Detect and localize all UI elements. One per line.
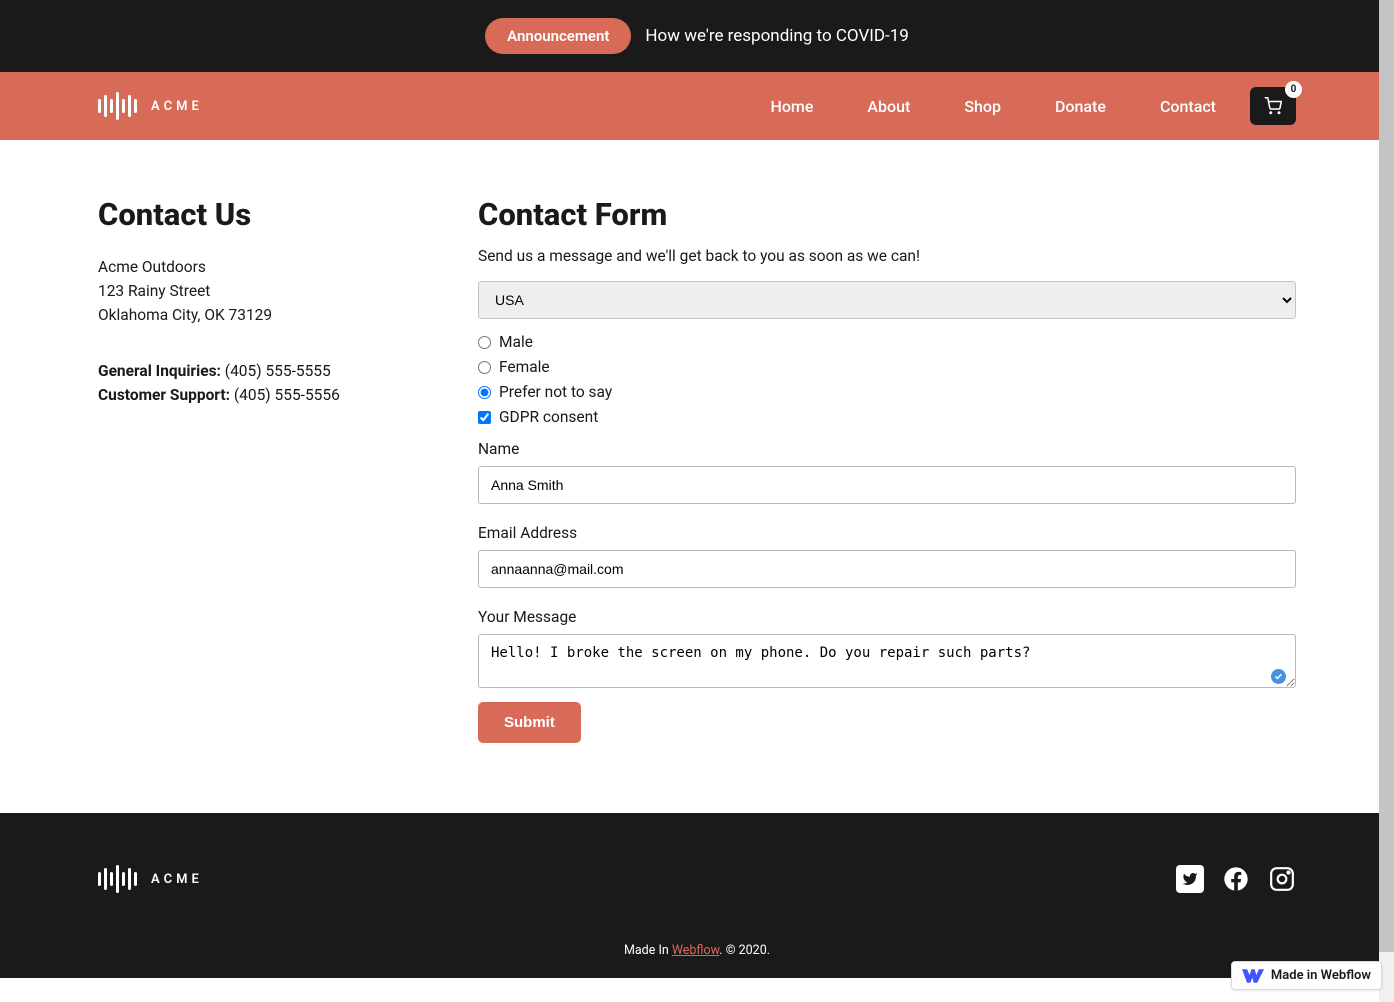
company-name: Acme Outdoors: [98, 255, 408, 279]
cart-badge: 0: [1285, 81, 1302, 98]
nav-home[interactable]: Home: [770, 97, 813, 116]
instagram-link[interactable]: [1268, 865, 1296, 893]
message-textarea[interactable]: Hello! I broke the screen on my phone. D…: [478, 634, 1296, 688]
radio-pnts-row[interactable]: Prefer not to say: [478, 383, 1296, 401]
logo-icon: [98, 92, 137, 120]
footer-copyright: Made In Webflow. © 2020.: [98, 943, 1296, 958]
footer: ACME Made In Webflow. © 2020.: [0, 813, 1394, 978]
footer-logo[interactable]: ACME: [98, 865, 203, 893]
nav-shop[interactable]: Shop: [964, 97, 1001, 116]
cart-icon: [1264, 97, 1282, 115]
general-inquiries: General Inquiries: (405) 555-5555: [98, 359, 408, 383]
facebook-icon: [1222, 865, 1250, 893]
message-label: Your Message: [478, 608, 1296, 626]
radio-prefer-not-to-say[interactable]: [478, 386, 491, 399]
twitter-link[interactable]: [1176, 865, 1204, 893]
email-label: Email Address: [478, 524, 1296, 542]
street-address: 123 Rainy Street: [98, 279, 408, 303]
contact-form: Contact Form Send us a message and we'll…: [478, 196, 1296, 743]
name-input[interactable]: [478, 466, 1296, 504]
nav-about[interactable]: About: [867, 97, 910, 116]
country-select[interactable]: USA: [478, 281, 1296, 319]
form-title: Contact Form: [478, 196, 1296, 233]
support-label: Customer Support:: [98, 386, 230, 404]
footer-brand-text: ACME: [151, 872, 203, 887]
submit-button[interactable]: Submit: [478, 702, 581, 743]
city-address: Oklahoma City, OK 73129: [98, 303, 408, 327]
announcement-text[interactable]: How we're responding to COVID-19: [645, 26, 908, 46]
contact-info: Contact Us Acme Outdoors 123 Rainy Stree…: [98, 196, 408, 743]
brand-text: ACME: [151, 99, 203, 114]
radio-female-row[interactable]: Female: [478, 358, 1296, 376]
gdpr-label: GDPR consent: [499, 408, 598, 426]
radio-male-row[interactable]: Male: [478, 333, 1296, 351]
name-label: Name: [478, 440, 1296, 458]
announcement-pill[interactable]: Announcement: [485, 18, 631, 54]
radio-female-label: Female: [499, 358, 550, 376]
nav: Home About Shop Donate Contact 0: [770, 87, 1296, 125]
webflow-badge[interactable]: Made in Webflow: [1231, 961, 1382, 990]
page-title: Contact Us: [98, 196, 408, 233]
customer-support: Customer Support: (405) 555-5556: [98, 383, 408, 407]
logo[interactable]: ACME: [98, 92, 203, 120]
announcement-bar: Announcement How we're responding to COV…: [0, 0, 1394, 72]
social-links: [1176, 865, 1296, 893]
facebook-link[interactable]: [1222, 865, 1250, 893]
webflow-badge-text: Made in Webflow: [1271, 968, 1371, 983]
header: ACME Home About Shop Donate Contact 0: [0, 72, 1394, 140]
form-subtitle: Send us a message and we'll get back to …: [478, 247, 1296, 265]
radio-female[interactable]: [478, 361, 491, 374]
nav-donate[interactable]: Donate: [1055, 97, 1106, 116]
email-input[interactable]: [478, 550, 1296, 588]
nav-contact[interactable]: Contact: [1160, 97, 1216, 116]
footer-logo-icon: [98, 865, 137, 893]
instagram-icon: [1269, 866, 1295, 892]
twitter-icon: [1182, 871, 1198, 887]
support-phone: (405) 555-5556: [234, 386, 340, 404]
inquiry-label: General Inquiries:: [98, 362, 221, 380]
radio-pnts-label: Prefer not to say: [499, 383, 612, 401]
checkmark-icon: [1271, 669, 1286, 684]
made-in-text: Made In: [624, 943, 672, 958]
gdpr-row[interactable]: GDPR consent: [478, 408, 1296, 426]
copyright-year: . © 2020.: [719, 943, 770, 958]
radio-male-label: Male: [499, 333, 533, 351]
webflow-link[interactable]: Webflow: [672, 943, 719, 958]
cart-button[interactable]: 0: [1250, 87, 1296, 125]
radio-male[interactable]: [478, 336, 491, 349]
webflow-badge-icon: [1242, 969, 1264, 983]
main: Contact Us Acme Outdoors 123 Rainy Stree…: [0, 140, 1394, 813]
inquiry-phone: (405) 555-5555: [225, 362, 331, 380]
scrollbar[interactable]: [1379, 0, 1394, 1002]
gdpr-checkbox[interactable]: [478, 411, 491, 424]
